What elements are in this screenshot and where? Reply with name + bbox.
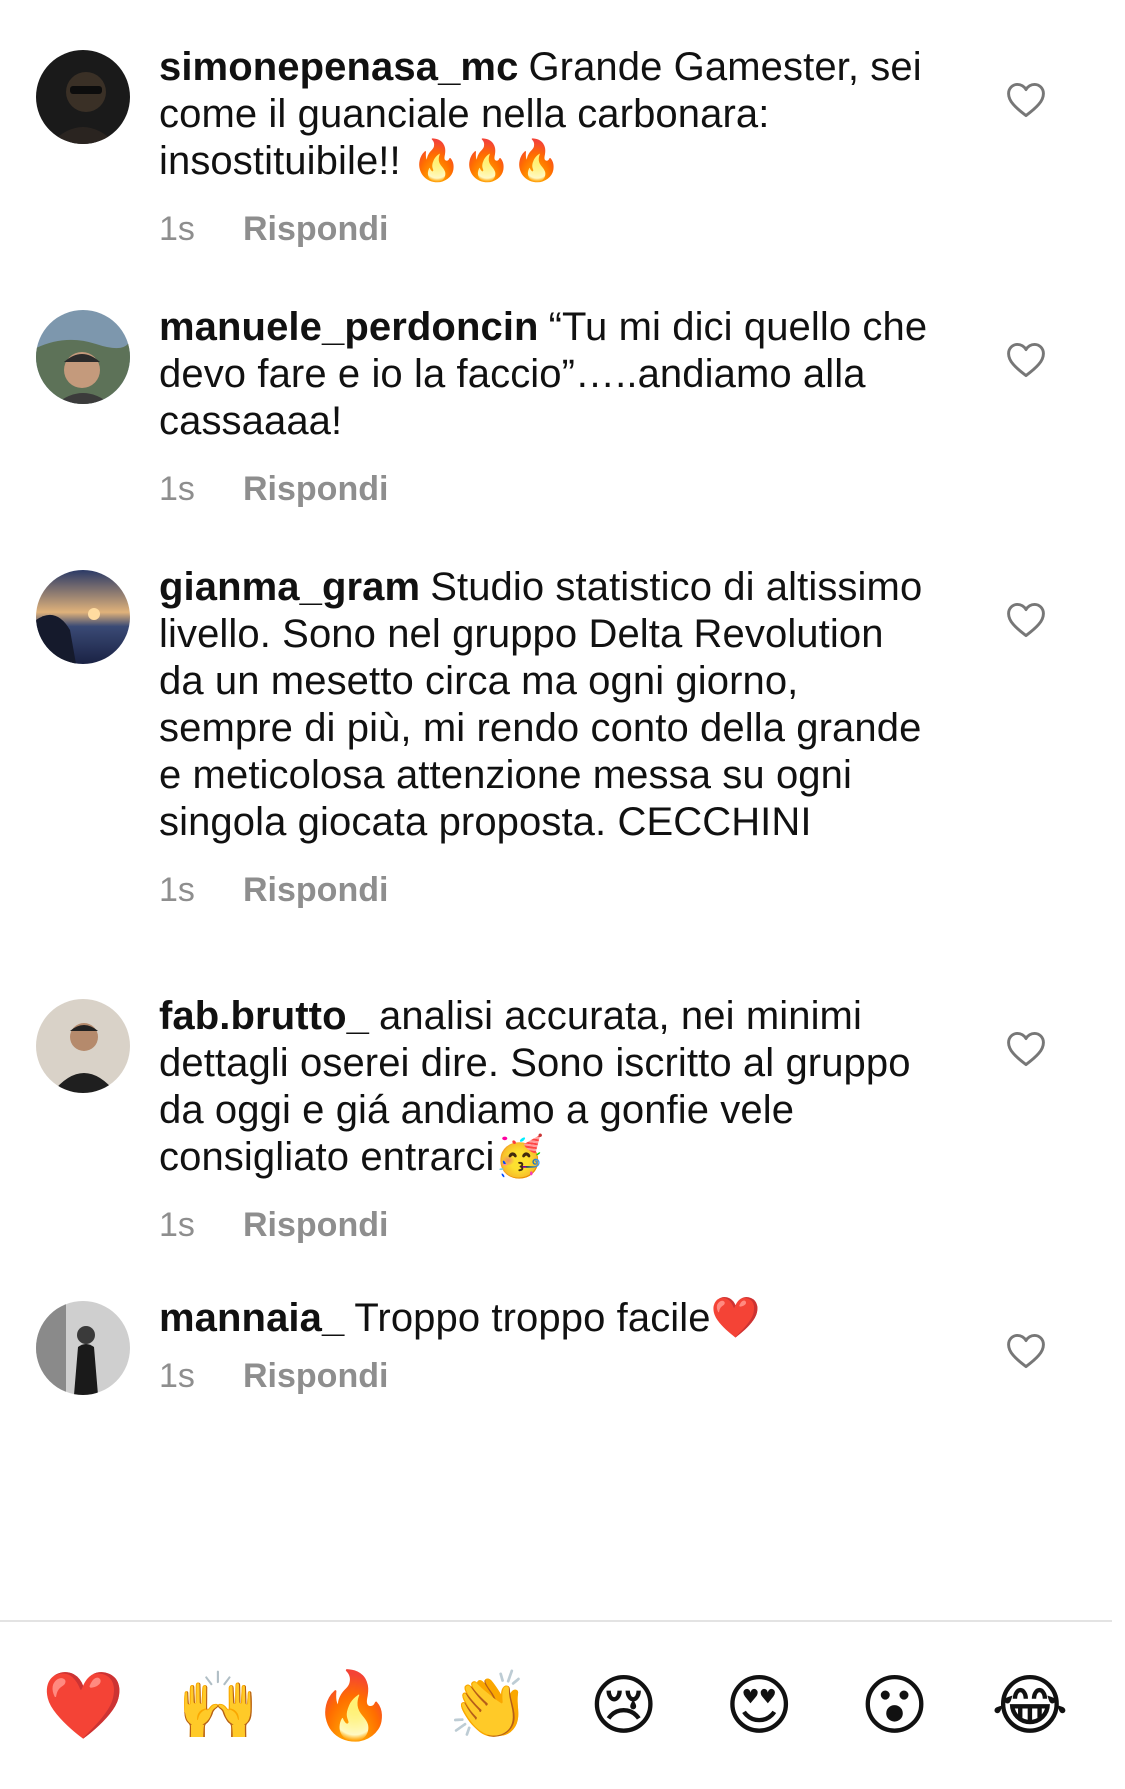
raising-hands-icon[interactable]: 🙌 [177, 1666, 259, 1746]
fire-icon[interactable]: 🔥 [313, 1666, 395, 1746]
quick-reaction-bar: ❤️ 🙌 🔥 👏 😢 😍 😮 😂 [0, 1622, 1112, 1789]
reply-button[interactable]: Rispondi [243, 1357, 388, 1395]
tears-of-joy-icon[interactable]: 😂 [990, 1666, 1070, 1746]
clapping-hands-icon[interactable]: 👏 [448, 1666, 530, 1746]
crying-face-icon[interactable]: 😢 [584, 1666, 664, 1746]
comment-meta: 1s Rispondi [159, 1205, 939, 1245]
comment-username[interactable]: simonepenasa_mc [159, 45, 518, 89]
reply-button[interactable]: Rispondi [243, 871, 388, 909]
like-heart-icon[interactable] [1004, 338, 1048, 382]
like-heart-icon[interactable] [1004, 1027, 1048, 1071]
avatar[interactable] [36, 50, 130, 144]
comment-username[interactable]: gianma_gram [159, 565, 420, 609]
reply-button[interactable]: Rispondi [243, 1206, 388, 1244]
reply-button[interactable]: Rispondi [243, 210, 388, 248]
comment-time: 1s [159, 470, 195, 508]
comment-time: 1s [159, 871, 195, 909]
comment-time: 1s [159, 1357, 195, 1395]
red-heart-icon[interactable]: ❤️ [42, 1666, 124, 1746]
avatar[interactable] [36, 570, 130, 664]
comment-meta: 1s Rispondi [159, 209, 939, 249]
reply-button[interactable]: Rispondi [243, 470, 388, 508]
comment-time: 1s [159, 1206, 195, 1244]
comment-meta: 1s Rispondi [159, 870, 939, 910]
surprised-face-icon[interactable]: 😮 [855, 1666, 935, 1746]
comment-username[interactable]: fab.brutto_ [159, 994, 369, 1038]
avatar[interactable] [36, 1301, 130, 1395]
comment-username[interactable]: manuele_perdoncin [159, 305, 539, 349]
like-heart-icon[interactable] [1004, 78, 1048, 122]
like-heart-icon[interactable] [1004, 598, 1048, 642]
avatar[interactable] [36, 310, 130, 404]
avatar[interactable] [36, 999, 130, 1093]
comment-text: Troppo troppo facile❤️ [354, 1296, 761, 1340]
comment-time: 1s [159, 210, 195, 248]
like-heart-icon[interactable] [1004, 1329, 1048, 1373]
comment-username[interactable]: mannaia_ [159, 1296, 344, 1340]
comment-meta: 1s Rispondi [159, 469, 939, 509]
comment-meta: 1s Rispondi [159, 1356, 939, 1396]
heart-eyes-icon[interactable]: 😍 [719, 1666, 799, 1746]
